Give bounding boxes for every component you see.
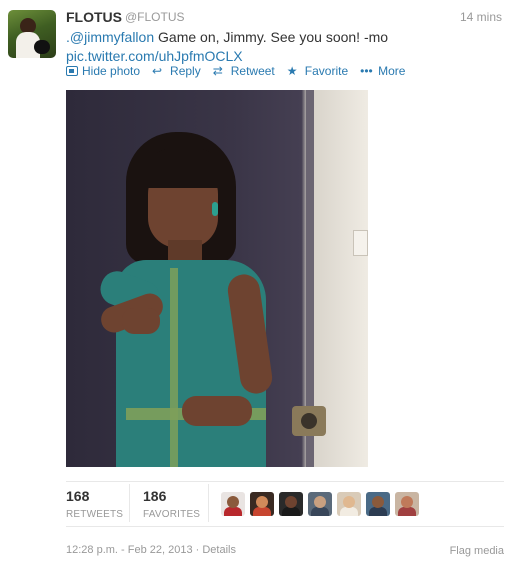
photo-icon	[66, 66, 78, 76]
more-label: More	[378, 64, 406, 78]
favoriter-avatar-body	[398, 507, 416, 516]
favoriter-avatar-head	[343, 496, 355, 508]
display-name[interactable]: FLOTUS	[66, 9, 122, 25]
avatar-dog	[34, 40, 50, 54]
favoriter-avatar[interactable]	[308, 492, 332, 516]
retweets-label: RETWEETS	[66, 509, 124, 520]
favorites-count: 186	[143, 488, 167, 504]
favoriter-avatar-body	[282, 507, 300, 516]
stats-divider-top	[66, 481, 504, 482]
favoriter-avatar-head	[256, 496, 268, 508]
reply-button[interactable]: ↩ Reply	[152, 64, 201, 78]
favoriter-avatar[interactable]	[366, 492, 390, 516]
favoriter-avatar-head	[227, 496, 239, 508]
more-button[interactable]: ••• More	[360, 64, 405, 78]
tweet-actions: Hide photo ↩ Reply ⇄ Retweet ★ Favorite …	[66, 64, 417, 78]
favorites-label: FAVORITES	[143, 509, 201, 520]
tweet-photo[interactable]	[66, 90, 368, 467]
photo-dress-stripe	[170, 268, 178, 467]
favorites-stat[interactable]: 186 FAVORITES	[143, 488, 200, 520]
hide-photo-button[interactable]: Hide photo	[66, 64, 140, 78]
favoriter-avatar[interactable]	[250, 492, 274, 516]
retweet-button[interactable]: ⇄ Retweet	[213, 64, 275, 78]
user-handle[interactable]: @FLOTUS	[125, 10, 185, 24]
photo-light-switch	[353, 230, 368, 256]
favoriter-avatar[interactable]	[279, 492, 303, 516]
stats-divider-bottom	[66, 526, 504, 527]
favoriter-avatar[interactable]	[337, 492, 361, 516]
photo-door-handle	[292, 406, 326, 436]
favorite-label: Favorite	[304, 64, 349, 78]
retweets-stat[interactable]: 168 RETWEETS	[66, 488, 123, 520]
stat-divider	[129, 484, 130, 522]
photo-hand-on-hip	[182, 396, 252, 426]
more-icon: •••	[360, 64, 373, 78]
favoriter-avatar-body	[253, 507, 271, 516]
tweet-timestamp[interactable]: 14 mins	[460, 10, 502, 24]
retweet-label: Retweet	[230, 64, 275, 78]
photo-pointing-hand	[122, 308, 160, 334]
tweet-card: FLOTUS @FLOTUS 14 mins .@jimmyfallon Gam…	[0, 0, 516, 568]
favoriter-avatar-head	[401, 496, 413, 508]
mention-link[interactable]: .@jimmyfallon	[66, 29, 154, 45]
favoriter-avatar-head	[314, 496, 326, 508]
reply-icon: ↩	[152, 64, 163, 78]
photo-earring	[212, 202, 218, 216]
retweet-icon: ⇄	[212, 64, 223, 78]
avatar[interactable]	[8, 10, 56, 58]
favoriter-avatar-body	[340, 507, 358, 516]
retweets-count: 168	[66, 488, 90, 504]
favorite-button[interactable]: ★ Favorite	[287, 64, 348, 78]
hide-photo-label: Hide photo	[82, 64, 141, 78]
favoriter-avatar[interactable]	[395, 492, 419, 516]
star-icon: ★	[286, 64, 298, 78]
stat-divider	[208, 484, 209, 522]
favoriter-avatar-body	[224, 507, 242, 516]
favoriter-avatar-head	[285, 496, 297, 508]
favoriter-avatar-head	[372, 496, 384, 508]
tweet-meta[interactable]: 12:28 p.m. - Feb 22, 2013 · Details	[66, 544, 236, 556]
tweet-text: .@jimmyfallon Game on, Jimmy. See you so…	[66, 28, 496, 66]
favoriter-avatar-body	[311, 507, 329, 516]
flag-media-link[interactable]: Flag media	[450, 545, 504, 557]
favoriter-avatar-body	[369, 507, 387, 516]
favoriter-avatar[interactable]	[221, 492, 245, 516]
tweet-body: Game on, Jimmy. See you soon! -mo	[154, 29, 389, 45]
favoriters-list	[221, 492, 419, 516]
reply-label: Reply	[170, 64, 201, 78]
